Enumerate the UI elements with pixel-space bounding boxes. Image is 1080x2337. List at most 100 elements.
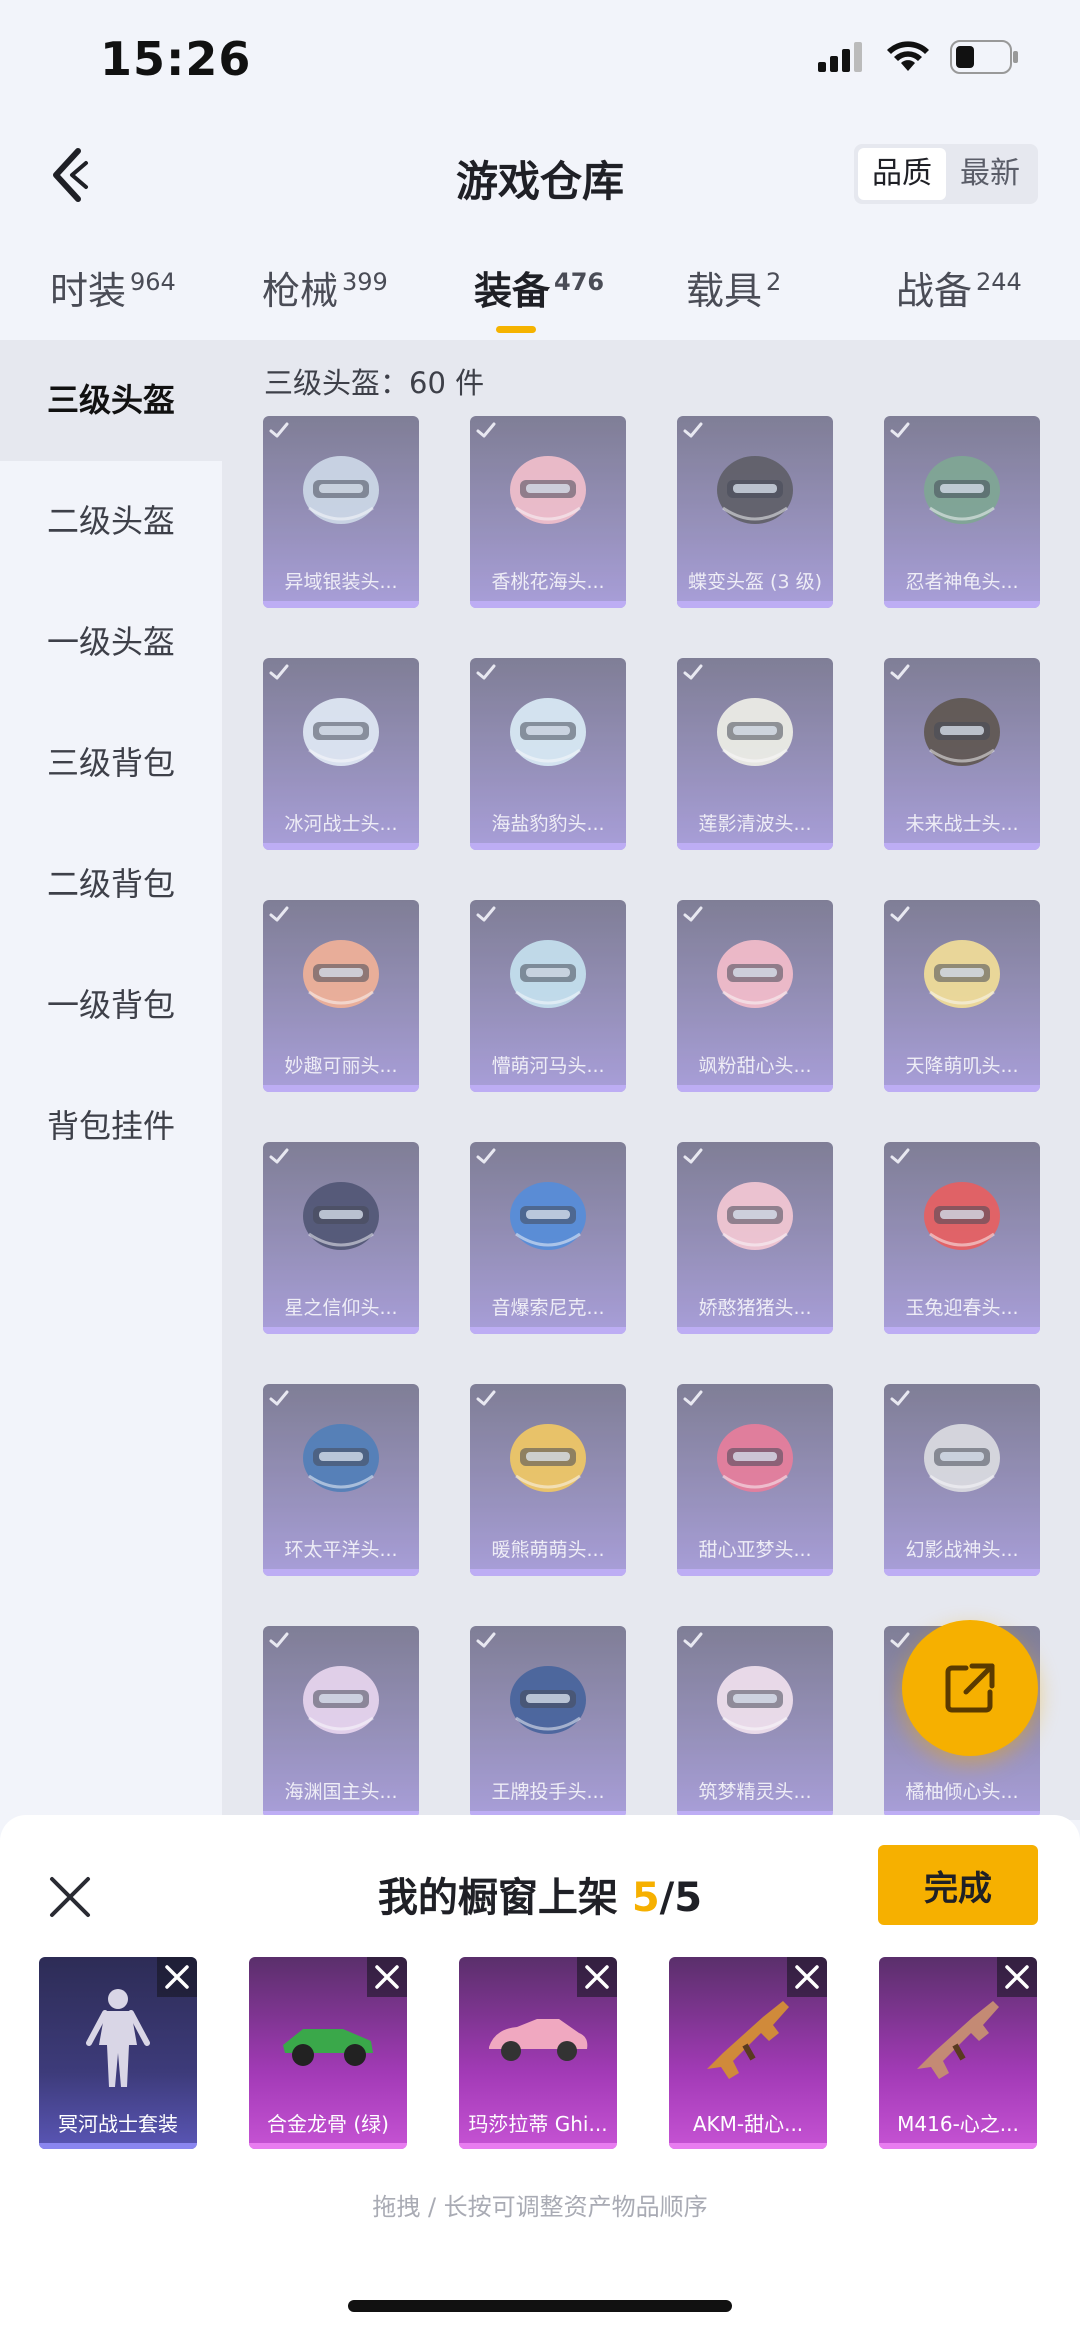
item-name: 筑梦精灵头... <box>698 1781 812 1803</box>
item-name: 妙趣可丽头... <box>284 1055 398 1077</box>
helmet-card[interactable]: 玉兔迎春头... <box>884 1142 1040 1334</box>
helmet-card[interactable]: 异域银装头... <box>263 416 419 608</box>
item-name: 异域银装头... <box>284 571 398 593</box>
helmet-card[interactable]: 冰河战士头... <box>263 658 419 850</box>
showcase-item[interactable]: AKM-甜心... <box>669 1957 827 2149</box>
rarity-bar <box>470 1327 626 1334</box>
helmet-card[interactable]: 蝶变头盔 (3 级) <box>677 416 833 608</box>
item-name: 星之信仰头... <box>284 1297 398 1319</box>
item-name: 海渊国主头... <box>284 1781 398 1803</box>
check-icon <box>269 906 289 922</box>
helmet-card[interactable]: 幻影战神头... <box>884 1384 1040 1576</box>
helmet-card[interactable]: 懵萌河马头... <box>470 900 626 1092</box>
rarity-bar <box>879 2143 1037 2149</box>
remove-item-button[interactable] <box>577 1957 617 1997</box>
helmet-card[interactable]: 天降萌叽头... <box>884 900 1040 1092</box>
helmet-card[interactable]: 甜心亚梦头... <box>677 1384 833 1576</box>
helmet-card[interactable]: 海盐豹豹头... <box>470 658 626 850</box>
helmet-card[interactable]: 娇憨猪猪头... <box>677 1142 833 1334</box>
helmet-card[interactable]: 海渊国主头... <box>263 1626 419 1818</box>
showcase-item[interactable]: 玛莎拉蒂 Ghi... <box>459 1957 617 2149</box>
helmet-icon <box>924 698 1000 766</box>
helmet-card[interactable]: 王牌投手头... <box>470 1626 626 1818</box>
check-icon <box>476 906 496 922</box>
showcase-item[interactable]: 冥河战士套装 <box>39 1957 197 2149</box>
rarity-bar <box>39 2143 197 2149</box>
helmet-card[interactable]: 筑梦精灵头... <box>677 1626 833 1818</box>
status-time: 15:26 <box>100 32 252 86</box>
tab-label: 时装 <box>50 269 127 313</box>
helmet-icon <box>717 1424 793 1492</box>
showcase-item-name: M416-心之... <box>897 2112 1019 2136</box>
sidebar-item-level1-backpack[interactable]: 一级背包 <box>0 945 222 1066</box>
showcase-item[interactable]: M416-心之... <box>879 1957 1037 2149</box>
helmet-card[interactable]: 飒粉甜心头... <box>677 900 833 1092</box>
helmet-card[interactable]: 星之信仰头... <box>263 1142 419 1334</box>
tab-count: 2 <box>766 268 782 296</box>
sidebar-item-level3-backpack[interactable]: 三级背包 <box>0 703 222 824</box>
check-icon <box>269 1148 289 1164</box>
helmet-icon <box>303 1666 379 1734</box>
tab-guns[interactable]: 枪械 399 <box>262 260 388 315</box>
helmet-icon <box>510 698 586 766</box>
status-bar: 15:26 <box>0 0 1080 120</box>
helmet-icon <box>303 940 379 1008</box>
check-icon <box>890 664 910 680</box>
helmet-card[interactable]: 莲影清波头... <box>677 658 833 850</box>
sort-quality-option[interactable]: 品质 <box>858 148 946 200</box>
rarity-bar <box>677 1569 833 1576</box>
helmet-card[interactable]: 妙趣可丽头... <box>263 900 419 1092</box>
tab-fashion[interactable]: 时装 964 <box>50 260 176 315</box>
signal-icon <box>818 42 862 72</box>
helmet-card[interactable]: 未来战士头... <box>884 658 1040 850</box>
remove-item-button[interactable] <box>367 1957 407 1997</box>
helmet-icon <box>510 1182 586 1250</box>
rarity-bar <box>884 1085 1040 1092</box>
sort-latest-option[interactable]: 最新 <box>946 148 1034 200</box>
helmet-card[interactable]: 香桃花海头... <box>470 416 626 608</box>
check-icon <box>683 664 703 680</box>
helmet-icon <box>717 940 793 1008</box>
showcase-item[interactable]: 合金龙骨 (绿) <box>249 1957 407 2149</box>
showcase-item-name: 合金龙骨 (绿) <box>267 2112 389 2136</box>
tab-equipment[interactable]: 装备 476 <box>474 260 604 333</box>
tab-vehicles[interactable]: 载具 2 <box>686 260 781 315</box>
sheet-title-text: 我的橱窗上架 <box>377 1875 618 1921</box>
helmet-card[interactable]: 环太平洋头... <box>263 1384 419 1576</box>
vehicle-icon <box>283 2029 373 2066</box>
item-name: 懵萌河马头... <box>491 1055 605 1077</box>
shelf-total-count: 5 <box>674 1875 703 1921</box>
rarity-bar <box>677 601 833 608</box>
item-name: 未来战士头... <box>905 813 1019 835</box>
remove-item-button[interactable] <box>997 1957 1037 1997</box>
sidebar-item-level3-helmet[interactable]: 三级头盔 <box>0 340 222 461</box>
rarity-bar <box>263 1327 419 1334</box>
helmet-card[interactable]: 忍者神龟头... <box>884 416 1040 608</box>
helmet-icon <box>303 1424 379 1492</box>
share-icon <box>945 1663 995 1713</box>
tab-gear[interactable]: 战备 244 <box>896 260 1022 315</box>
remove-item-button[interactable] <box>157 1957 197 1997</box>
helmet-icon <box>717 456 793 524</box>
sidebar-item-backpack-charm[interactable]: 背包挂件 <box>0 1066 222 1187</box>
sidebar-item-level2-backpack[interactable]: 二级背包 <box>0 824 222 945</box>
share-button[interactable] <box>902 1620 1038 1756</box>
rarity-bar <box>677 843 833 850</box>
rarity-bar <box>263 1569 419 1576</box>
done-button[interactable]: 完成 <box>878 1845 1038 1925</box>
helmet-icon <box>510 940 586 1008</box>
remove-icon <box>795 1965 819 1989</box>
sidebar-item-level1-helmet[interactable]: 一级头盔 <box>0 582 222 703</box>
helmet-icon <box>510 456 586 524</box>
check-icon <box>269 1632 289 1648</box>
sidebar-item-level2-helmet[interactable]: 二级头盔 <box>0 461 222 582</box>
remove-item-button[interactable] <box>787 1957 827 1997</box>
helmet-card[interactable]: 暖熊萌萌头... <box>470 1384 626 1576</box>
header: 游戏仓库 品质 最新 <box>0 120 1080 230</box>
helmet-card[interactable]: 音爆索尼克... <box>470 1142 626 1334</box>
rarity-bar <box>884 1327 1040 1334</box>
helmet-icon <box>717 1666 793 1734</box>
item-name: 幻影战神头... <box>905 1539 1019 1561</box>
rarity-bar <box>677 1327 833 1334</box>
check-icon <box>683 1390 703 1406</box>
